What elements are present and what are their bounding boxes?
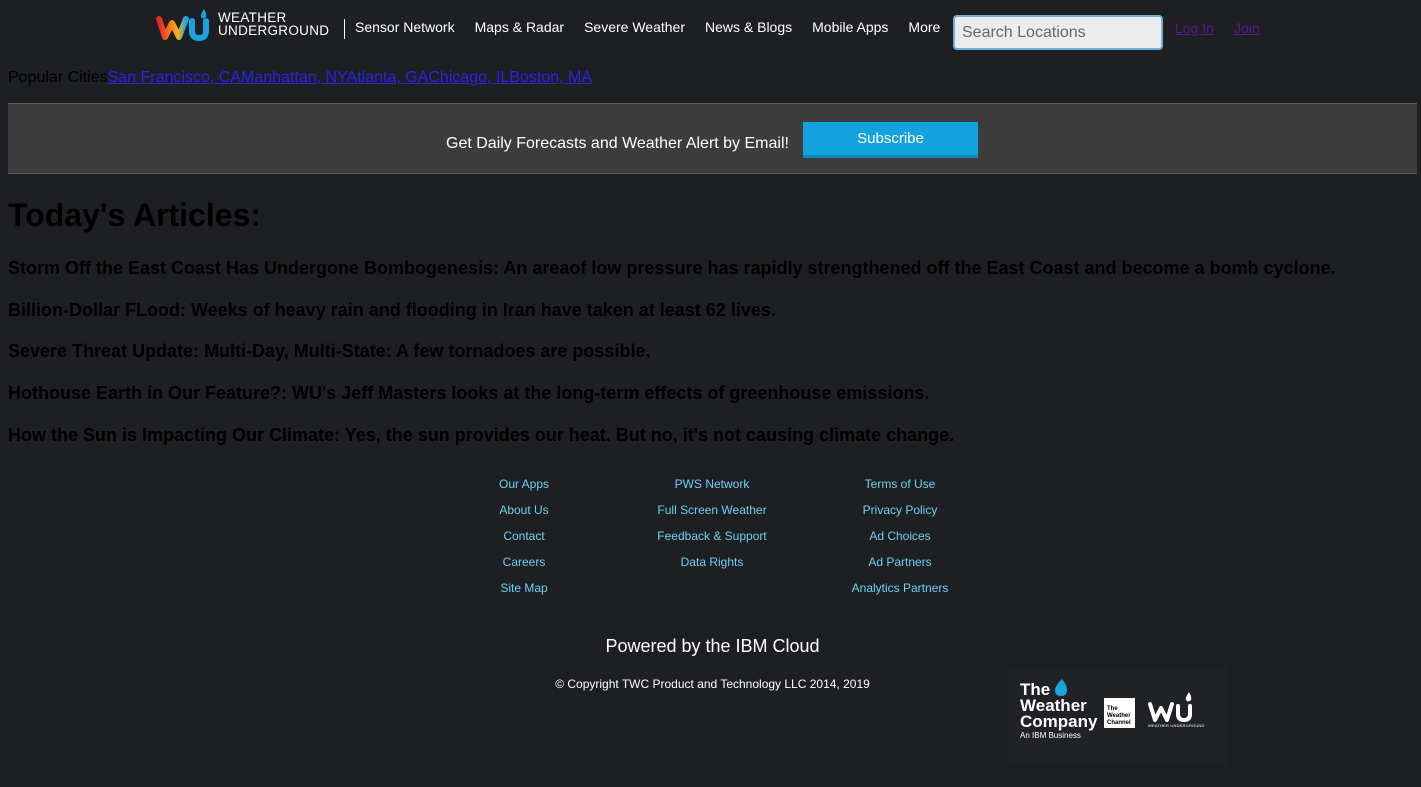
footer-column-3: Terms of Use Privacy Policy Ad Choices A…: [800, 476, 1000, 606]
footer-link-contact[interactable]: Contact: [424, 528, 624, 554]
city-link-atlanta[interactable]: Atlanta, GA: [347, 69, 429, 86]
footer-link-privacy-policy[interactable]: Privacy Policy: [800, 502, 1000, 528]
popular-cities-label: Popular Cities: [8, 69, 108, 86]
powered-by-ibm: Powered by the IBM Cloud: [605, 636, 820, 656]
weather-channel-logo: The Weather Channel: [1104, 698, 1135, 728]
nav-sensor-network[interactable]: Sensor Network: [355, 19, 455, 35]
nav-mobile-apps[interactable]: Mobile Apps: [812, 19, 888, 35]
city-link-manhattan[interactable]: Manhattan, NY: [241, 69, 347, 86]
logo-wordmark: WEATHER UNDERGROUND: [218, 11, 330, 38]
wu-mini-wordmark: WEATHER UNDERGROUND: [1148, 723, 1205, 728]
join-link[interactable]: Join: [1234, 20, 1260, 36]
footer-link-data-rights[interactable]: Data Rights: [612, 554, 812, 580]
city-link-boston[interactable]: Boston, MA: [509, 69, 592, 86]
article-item[interactable]: Billion-Dollar FLood: Weeks of heavy rai…: [8, 300, 776, 321]
footer-column-1: Our Apps About Us Contact Careers Site M…: [424, 476, 624, 606]
footer-link-full-screen-weather[interactable]: Full Screen Weather: [612, 502, 812, 528]
footer-link-pws-network[interactable]: PWS Network: [612, 476, 812, 502]
weather-underground-logo[interactable]: WEATHER UNDERGROUND: [156, 6, 329, 42]
footer-link-careers[interactable]: Careers: [424, 554, 624, 580]
nav-news-blogs[interactable]: News & Blogs: [705, 19, 792, 35]
email-subscribe-band: Get Daily Forecasts and Weather Alert by…: [8, 103, 1417, 174]
footer-link-analytics-partners[interactable]: Analytics Partners: [800, 580, 1000, 606]
article-item[interactable]: Hothouse Earth in Our Feature?: WU's Jef…: [8, 383, 929, 404]
footer-link-site-map[interactable]: Site Map: [424, 580, 624, 606]
city-link-san-francisco[interactable]: San Francisco, CA: [108, 69, 241, 86]
nav-more[interactable]: More: [908, 19, 940, 35]
nav-severe-weather[interactable]: Severe Weather: [584, 19, 685, 35]
channel-line-1: The: [1107, 706, 1118, 712]
footer-link-ad-choices[interactable]: Ad Choices: [800, 528, 1000, 554]
footer-link-our-apps[interactable]: Our Apps: [424, 476, 624, 502]
search-locations-input[interactable]: [953, 15, 1163, 50]
article-item[interactable]: Severe Threat Update: Multi-Day, Multi-S…: [8, 341, 650, 362]
footer-link-feedback-support[interactable]: Feedback & Support: [612, 528, 812, 554]
channel-line-3: Channel: [1107, 720, 1131, 726]
logo-line-2: UNDERGROUND: [218, 23, 330, 38]
city-link-chicago[interactable]: Chicago, IL: [428, 69, 509, 86]
popular-cities: Popular CitiesSan Francisco, CAManhattan…: [8, 69, 592, 87]
footer-column-2: PWS Network Full Screen Weather Feedback…: [612, 476, 812, 580]
footer-link-about-us[interactable]: About Us: [424, 502, 624, 528]
footer-link-terms-of-use[interactable]: Terms of Use: [800, 476, 1000, 502]
login-link[interactable]: Log In: [1175, 20, 1214, 36]
nav-divider: [344, 19, 345, 39]
wu-mini-logo-icon: [1148, 692, 1192, 723]
article-item[interactable]: Storm Off the East Coast Has Undergone B…: [8, 258, 1336, 279]
nav-maps-radar[interactable]: Maps & Radar: [475, 19, 564, 35]
channel-line-2: Weather: [1107, 713, 1131, 719]
wu-logo-icon: [156, 9, 209, 41]
subscribe-prompt: Get Daily Forecasts and Weather Alert by…: [446, 135, 789, 152]
twc-line-3: Company: [1020, 712, 1098, 731]
article-item[interactable]: How the Sun is Impacting Our Climate: Ye…: [8, 425, 954, 446]
articles-heading: Today's Articles:: [8, 197, 262, 233]
top-navigation: WEATHER UNDERGROUND Sensor Network Maps …: [0, 0, 1421, 56]
ibm-business-tagline: An IBM Business: [1020, 731, 1081, 740]
corporate-logos: The Weather Company An IBM Business The …: [1008, 668, 1228, 764]
subscribe-button[interactable]: Subscribe: [803, 122, 978, 158]
water-drop-icon: [1055, 679, 1067, 696]
footer-link-ad-partners[interactable]: Ad Partners: [800, 554, 1000, 580]
main-nav: Sensor Network Maps & Radar Severe Weath…: [355, 19, 960, 35]
